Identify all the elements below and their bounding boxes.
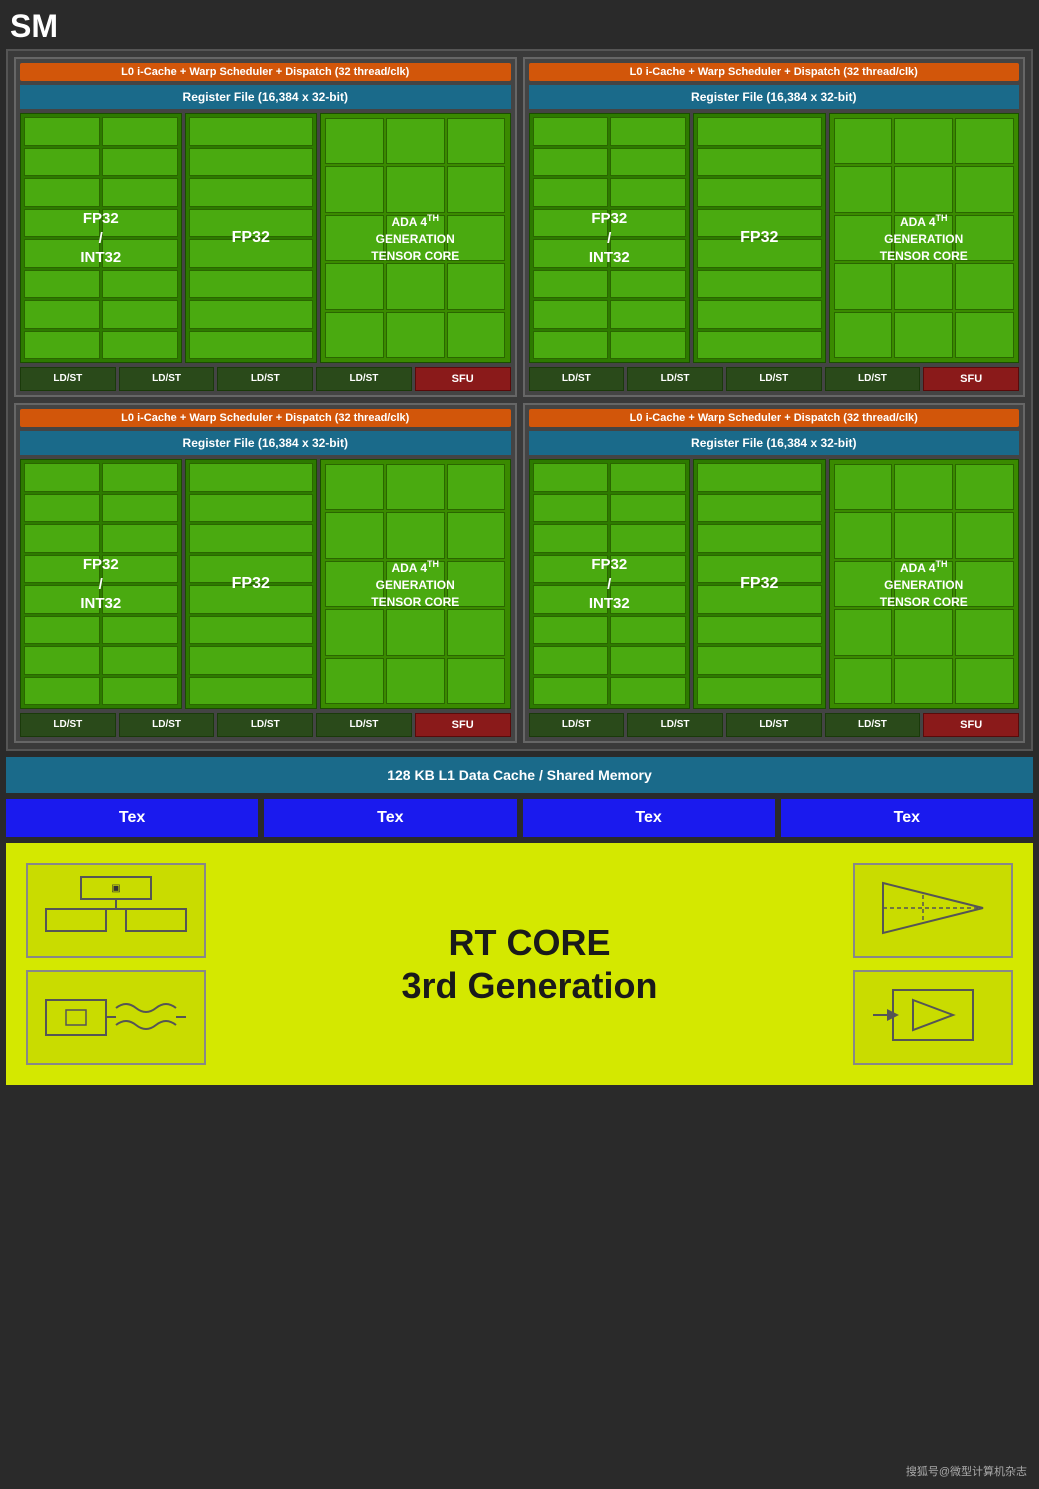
sm-outer: L0 i-Cache + Warp Scheduler + Dispatch (…	[6, 49, 1033, 751]
register-file-tr: Register File (16,384 x 32-bit)	[529, 85, 1020, 109]
ldst1-tr: LD/ST	[529, 367, 625, 391]
rt-diagram-left-top: ▣	[26, 863, 206, 958]
ldst4-tr: LD/ST	[825, 367, 921, 391]
ldst4-tl: LD/ST	[316, 367, 412, 391]
compute-row-tl: FP32/INT32	[20, 113, 511, 363]
ldst1-br: LD/ST	[529, 713, 625, 737]
register-file-tl: Register File (16,384 x 32-bit)	[20, 85, 511, 109]
compute-row-bl: FP32/INT32 FP32	[20, 459, 511, 709]
quadrant-tl: L0 i-Cache + Warp Scheduler + Dispatch (…	[14, 57, 517, 397]
compute-row-br: FP32/INT32 FP32	[529, 459, 1020, 709]
ldst4-br: LD/ST	[825, 713, 921, 737]
ldst1-bl: LD/ST	[20, 713, 116, 737]
tensor-tr: ADA 4thGENERATIONTENSOR CORE	[829, 113, 1020, 363]
tex4: Tex	[781, 799, 1033, 837]
fp32-br: FP32	[693, 459, 826, 709]
tex3: Tex	[523, 799, 775, 837]
rt-diagram-left-bottom	[26, 970, 206, 1065]
ldst3-tl: LD/ST	[217, 367, 313, 391]
fp32-tr: FP32	[693, 113, 826, 363]
watermark: 搜狐号@微型计算机杂志	[906, 1463, 1027, 1479]
register-file-bl: Register File (16,384 x 32-bit)	[20, 431, 511, 455]
ldst-row-tr: LD/ST LD/ST LD/ST LD/ST SFU	[529, 367, 1020, 391]
quadrant-bl: L0 i-Cache + Warp Scheduler + Dispatch (…	[14, 403, 517, 743]
sm-diagram: SM L0 i-Cache + Warp Scheduler + Dispatc…	[0, 0, 1039, 1489]
tensor-tl: ADA 4thGENERATIONTENSOR CORE	[320, 113, 511, 363]
svg-text:▣: ▣	[111, 883, 120, 894]
ldst2-bl: LD/ST	[119, 713, 215, 737]
quadrant-grid: L0 i-Cache + Warp Scheduler + Dispatch (…	[14, 57, 1025, 743]
tensor-bl: ADA 4thGENERATIONTENSOR CORE	[320, 459, 511, 709]
rt-svg-left-top: ▣	[36, 873, 196, 943]
ldst-row-bl: LD/ST LD/ST LD/ST LD/ST SFU	[20, 713, 511, 737]
ldst3-bl: LD/ST	[217, 713, 313, 737]
warp-scheduler-tl: L0 i-Cache + Warp Scheduler + Dispatch (…	[20, 63, 511, 81]
ldst2-tr: LD/ST	[627, 367, 723, 391]
quadrant-br: L0 i-Cache + Warp Scheduler + Dispatch (…	[523, 403, 1026, 743]
l1-cache: 128 KB L1 Data Cache / Shared Memory	[6, 757, 1033, 793]
sfu-tl: SFU	[415, 367, 511, 391]
fp32-int32-tr: FP32/INT32	[529, 113, 691, 363]
sfu-br: SFU	[923, 713, 1019, 737]
tex1: Tex	[6, 799, 258, 837]
tex-row: Tex Tex Tex Tex	[6, 799, 1033, 837]
tex2: Tex	[264, 799, 516, 837]
rt-svg-right-bottom	[863, 980, 1003, 1050]
rt-diagram-right-top	[853, 863, 1013, 958]
ldst-row-br: LD/ST LD/ST LD/ST LD/ST SFU	[529, 713, 1020, 737]
warp-scheduler-tr: L0 i-Cache + Warp Scheduler + Dispatch (…	[529, 63, 1020, 81]
fp32-int32-bl: FP32/INT32	[20, 459, 182, 709]
rt-svg-right-top	[863, 873, 1003, 943]
ldst1-tl: LD/ST	[20, 367, 116, 391]
ldst3-tr: LD/ST	[726, 367, 822, 391]
ldst-row-tl: LD/ST LD/ST LD/ST LD/ST SFU	[20, 367, 511, 391]
rt-core-line1: RT CORE	[206, 921, 853, 964]
quadrant-tr: L0 i-Cache + Warp Scheduler + Dispatch (…	[523, 57, 1026, 397]
rt-svg-left-bottom	[36, 980, 196, 1050]
fp32-bl: FP32	[185, 459, 318, 709]
warp-scheduler-br: L0 i-Cache + Warp Scheduler + Dispatch (…	[529, 409, 1020, 427]
fp32-int32-tl: FP32/INT32	[20, 113, 182, 363]
rt-diagram-right-bottom	[853, 970, 1013, 1065]
sfu-tr: SFU	[923, 367, 1019, 391]
fp32-int32-br: FP32/INT32	[529, 459, 691, 709]
compute-row-tr: FP32/INT32 FP32	[529, 113, 1020, 363]
rt-core-label: RT CORE 3rd Generation	[206, 921, 853, 1007]
ldst2-br: LD/ST	[627, 713, 723, 737]
sfu-bl: SFU	[415, 713, 511, 737]
fp32-tl: FP32	[185, 113, 318, 363]
rt-core-line2: 3rd Generation	[206, 964, 853, 1007]
ldst3-br: LD/ST	[726, 713, 822, 737]
rt-left-diagrams: ▣	[26, 863, 206, 1065]
ldst2-tl: LD/ST	[119, 367, 215, 391]
rt-core-section: ▣	[6, 843, 1033, 1085]
sm-title: SM	[0, 0, 1039, 49]
warp-scheduler-bl: L0 i-Cache + Warp Scheduler + Dispatch (…	[20, 409, 511, 427]
rt-right-diagrams	[853, 863, 1013, 1065]
ldst4-bl: LD/ST	[316, 713, 412, 737]
register-file-br: Register File (16,384 x 32-bit)	[529, 431, 1020, 455]
tensor-br: ADA 4thGENERATIONTENSOR CORE	[829, 459, 1020, 709]
